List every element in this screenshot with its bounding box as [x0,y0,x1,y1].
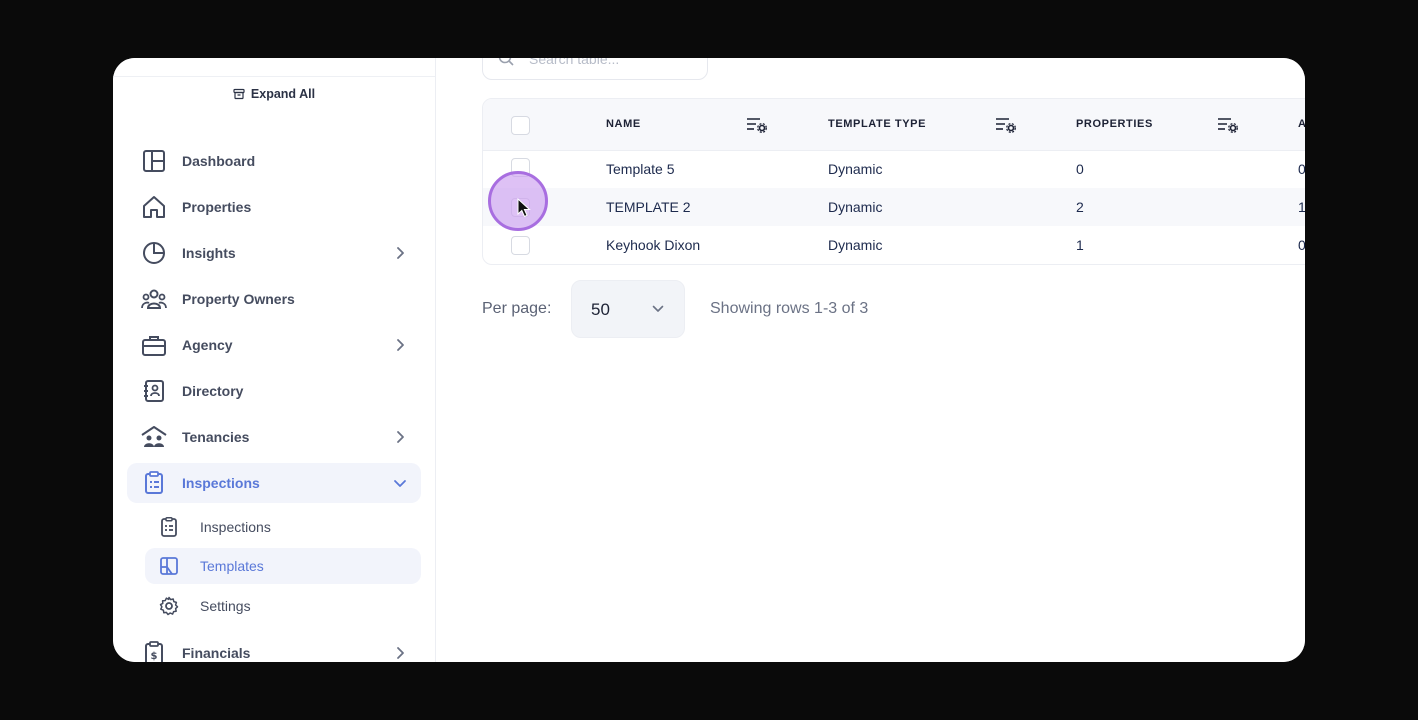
sidebar-item-financials[interactable]: $ Financials [127,633,421,662]
rows-info: Showing rows 1-3 of 3 [710,300,869,317]
sidebar-subitem-label: Inspections [200,519,271,535]
tenancies-icon [141,426,167,447]
sidebar-item-inspections[interactable]: Inspections [127,463,421,503]
column-settings-icon[interactable] [995,116,1017,134]
sidebar-item-label: Property Owners [182,291,295,307]
cell-properties: 0 [1076,161,1084,177]
column-header-name[interactable]: NAME [606,118,641,130]
sidebar-item-label: Inspections [182,475,260,491]
sidebar-item-dashboard[interactable]: Dashboard [127,141,421,181]
sidebar-item-label: Directory [182,383,244,399]
chevron-right-icon [397,431,404,443]
sidebar-item-label: Agency [182,337,233,353]
sidebar-subitem-label: Settings [200,598,251,614]
dashboard-icon [143,150,165,172]
sidebar-item-insights[interactable]: Insights [127,233,421,273]
search-placeholder: Search table... [529,58,620,67]
sidebar-item-property-owners[interactable]: Property Owners [127,279,421,319]
per-page-value: 50 [591,300,610,319]
archive-icon [233,88,245,100]
search-input[interactable]: Search table... [482,58,708,80]
app-window: Expand All Dashboard Properties Insights… [113,58,1305,662]
chevron-down-icon [394,480,406,487]
table-row[interactable]: Template 5 Dynamic 0 0 [483,150,1305,188]
chevron-right-icon [397,339,404,351]
cell-name: Template 5 [606,161,675,177]
table-header: NAME TEMPLATE TYPE PROPERTIES A [483,99,1305,151]
sidebar-subitem-settings[interactable]: Settings [145,588,421,624]
column-header-extra[interactable]: A [1298,118,1305,130]
financials-icon: $ [145,641,163,662]
expand-all-label: Expand All [250,87,316,101]
chevron-right-icon [397,647,404,659]
pagination: Per page: 50 Showing rows 1-3 of 3 [482,280,1002,338]
gear-icon [159,596,179,616]
address-book-icon [144,380,164,402]
chevron-down-icon [652,305,664,312]
cell-type: Dynamic [828,161,883,177]
row-checkbox[interactable] [511,236,530,255]
column-settings-icon[interactable] [1217,116,1239,134]
sidebar-item-label: Properties [182,199,252,215]
clipboard-icon [145,471,163,494]
sidebar-item-tenancies[interactable]: Tenancies [127,417,421,457]
per-page-select[interactable]: 50 [571,280,685,338]
cell-extra: 0 [1298,237,1305,253]
cell-properties: 1 [1076,237,1084,253]
sidebar: Expand All Dashboard Properties Insights… [113,58,436,662]
sidebar-subitem-inspections[interactable]: Inspections [145,509,421,545]
sidebar-item-label: Financials [182,645,251,661]
cell-type: Dynamic [828,199,883,215]
select-all-checkbox[interactable] [511,116,530,135]
cell-name: Keyhook Dixon [606,237,701,253]
mouse-cursor-icon [517,198,531,218]
briefcase-icon [142,336,166,356]
cell-extra: 1 [1298,199,1305,215]
main-content: Search table... NAME TEMPLATE TYPE PROPE… [436,58,1305,662]
sidebar-item-directory[interactable]: Directory [127,371,421,411]
template-icon [160,557,178,575]
column-header-properties[interactable]: PROPERTIES [1076,118,1153,130]
table-row[interactable]: Keyhook Dixon Dynamic 1 0 [483,226,1305,264]
svg-text:$: $ [151,651,158,662]
sidebar-item-properties[interactable]: Properties [127,187,421,227]
expand-all-button[interactable]: Expand All [113,87,435,101]
chevron-right-icon [397,247,404,259]
cell-type: Dynamic [828,237,883,253]
column-settings-icon[interactable] [746,116,768,134]
sidebar-subitem-label: Templates [200,558,264,574]
cell-properties: 2 [1076,199,1084,215]
per-page-label: Per page: [482,300,552,317]
search-icon [498,58,514,66]
sidebar-item-label: Tenancies [182,429,250,445]
sidebar-item-agency[interactable]: Agency [127,325,421,365]
sidebar-item-label: Insights [182,245,236,261]
table-row[interactable]: TEMPLATE 2 Dynamic 2 1 [483,188,1305,226]
templates-table: NAME TEMPLATE TYPE PROPERTIES A Template… [482,98,1305,265]
divider [113,76,435,77]
clipboard-list-icon [161,517,177,537]
home-icon [143,196,165,218]
column-header-template-type[interactable]: TEMPLATE TYPE [828,118,926,130]
pie-chart-icon [143,242,165,264]
sidebar-subitem-templates[interactable]: Templates [145,548,421,584]
cell-name: TEMPLATE 2 [606,199,691,215]
sidebar-item-label: Dashboard [182,153,256,169]
people-icon [141,289,167,309]
cell-extra: 0 [1298,161,1305,177]
